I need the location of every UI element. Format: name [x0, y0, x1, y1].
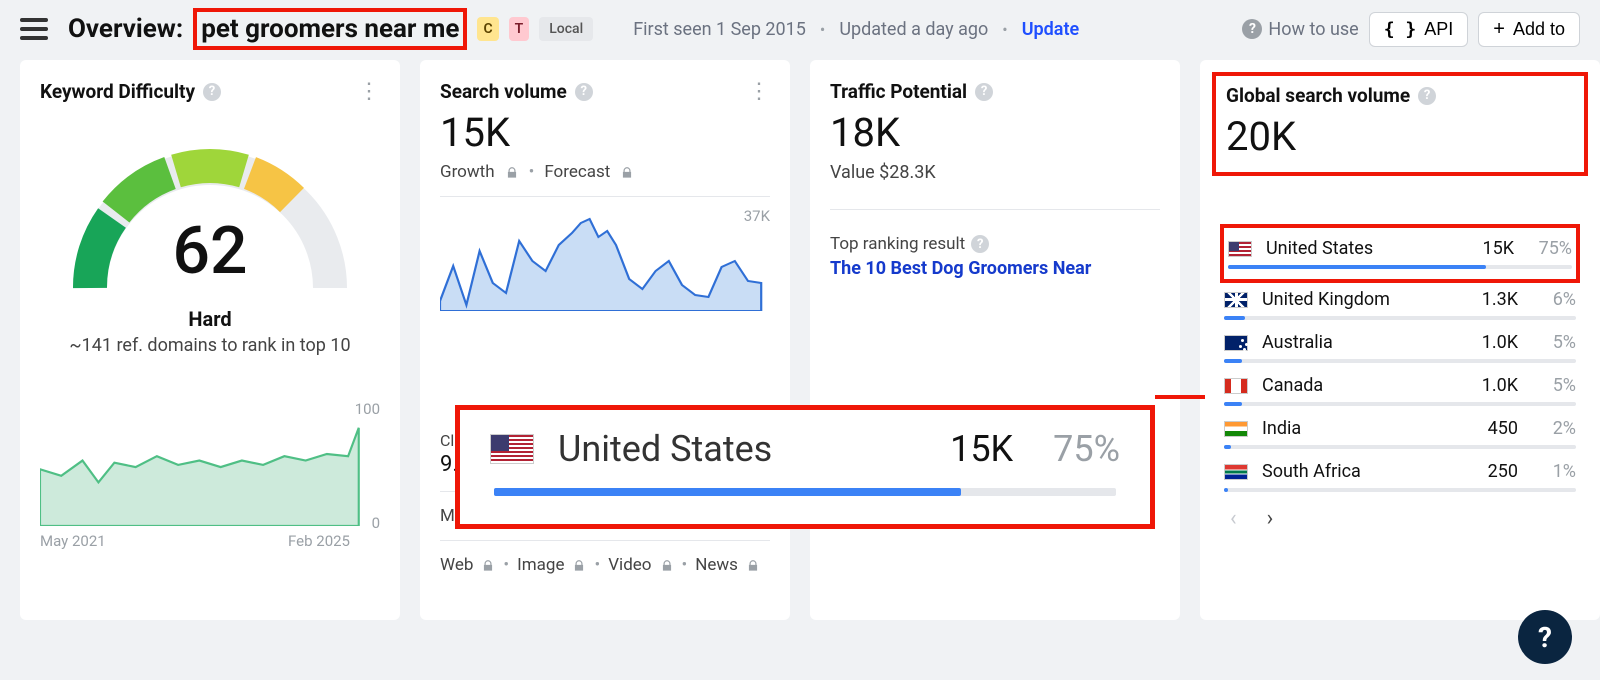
- update-link[interactable]: Update: [1022, 19, 1079, 40]
- top-ranking-link[interactable]: The 10 Best Dog Groomers Near: [830, 258, 1160, 279]
- how-to-use-link[interactable]: ? How to use: [1242, 19, 1358, 40]
- country-row[interactable]: India 450 2%: [1220, 412, 1580, 445]
- kebab-icon[interactable]: ⋮: [358, 86, 380, 97]
- kd-subtext: ~141 ref. domains to rank in top 10: [40, 335, 380, 356]
- flag-icon: [1224, 378, 1248, 394]
- keyword-text: pet groomers near me: [193, 8, 467, 50]
- updated-text: Updated a day ago: [839, 19, 988, 40]
- lock-icon: [505, 165, 519, 179]
- tag-c[interactable]: C: [477, 17, 498, 41]
- kd-title: Keyword Difficulty: [40, 80, 195, 103]
- header-bar: Overview: pet groomers near me C T Local…: [0, 0, 1600, 60]
- country-row[interactable]: United Kingdom 1.3K 6%: [1220, 283, 1580, 316]
- country-row[interactable]: Australia 1.0K 5%: [1220, 326, 1580, 359]
- flag-icon: [1228, 241, 1252, 257]
- gv-title: Global search volume: [1226, 84, 1410, 107]
- lock-icon: [660, 558, 674, 572]
- country-row[interactable]: United States 15K 75%: [1224, 232, 1576, 265]
- country-row[interactable]: South Africa 250 1%: [1220, 455, 1580, 488]
- tag-t[interactable]: T: [509, 17, 530, 41]
- sv-value: 15K: [440, 109, 770, 156]
- country-pager: ‹ ›: [1220, 506, 1580, 531]
- flag-icon: [1224, 464, 1248, 480]
- tag-local[interactable]: Local: [539, 17, 593, 41]
- kd-trend-chart: 100 0 May 2021 Feb 2025: [40, 406, 380, 526]
- gv-value: 20K: [1226, 113, 1574, 160]
- api-button[interactable]: { } API: [1369, 12, 1469, 47]
- keyword-difficulty-card: Keyword Difficulty ? ⋮ 62 Hard ~141 ref.…: [20, 60, 400, 620]
- help-icon[interactable]: ?: [975, 83, 993, 101]
- chevron-right-icon[interactable]: ›: [1267, 506, 1274, 531]
- traffic-potential-card: Traffic Potential ? 18K Value $28.3K Top…: [810, 60, 1180, 620]
- help-fab[interactable]: ?: [1518, 610, 1572, 664]
- flag-icon: [1224, 421, 1248, 437]
- first-seen: First seen 1 Sep 2015: [633, 19, 806, 40]
- help-icon[interactable]: ?: [575, 83, 593, 101]
- kebab-icon[interactable]: ⋮: [748, 86, 770, 97]
- overview-label: Overview:: [68, 14, 183, 44]
- chevron-left-icon: ‹: [1230, 506, 1237, 531]
- forecast-label: Forecast: [544, 162, 610, 182]
- help-icon[interactable]: ?: [203, 83, 221, 101]
- lock-icon: [572, 558, 586, 572]
- flag-icon: [490, 434, 534, 464]
- lock-icon: [620, 165, 634, 179]
- country-callout: United States 15K 75%: [455, 405, 1155, 529]
- add-to-button[interactable]: + Add to: [1478, 12, 1580, 47]
- flag-icon: [1224, 335, 1248, 351]
- plus-icon: +: [1493, 19, 1505, 39]
- top-country-highlight: United States 15K 75%: [1220, 224, 1580, 283]
- kd-gauge: 62: [60, 133, 360, 313]
- sv-title: Search volume: [440, 80, 567, 103]
- lock-icon: [746, 558, 760, 572]
- country-row[interactable]: Canada 1.0K 5%: [1220, 369, 1580, 402]
- braces-icon: { }: [1384, 19, 1417, 40]
- sv-trend-chart: 37K: [440, 211, 770, 311]
- kd-score: 62: [60, 213, 360, 290]
- menu-icon[interactable]: [20, 18, 48, 40]
- growth-label: Growth: [440, 162, 495, 182]
- tp-value-line: Value $28.3K: [830, 162, 1160, 183]
- tp-title: Traffic Potential: [830, 80, 967, 103]
- help-icon: ?: [1242, 19, 1262, 39]
- tp-value: 18K: [830, 109, 1160, 156]
- flag-icon: [1224, 292, 1248, 308]
- help-icon[interactable]: ?: [971, 235, 989, 253]
- search-volume-card: Search volume ? ⋮ 15K Growth • Forecast …: [420, 60, 790, 620]
- callout-connector: [1155, 395, 1205, 399]
- help-icon[interactable]: ?: [1418, 87, 1436, 105]
- global-volume-card: Global search volume ? 20K United States…: [1200, 60, 1600, 620]
- lock-icon: [481, 558, 495, 572]
